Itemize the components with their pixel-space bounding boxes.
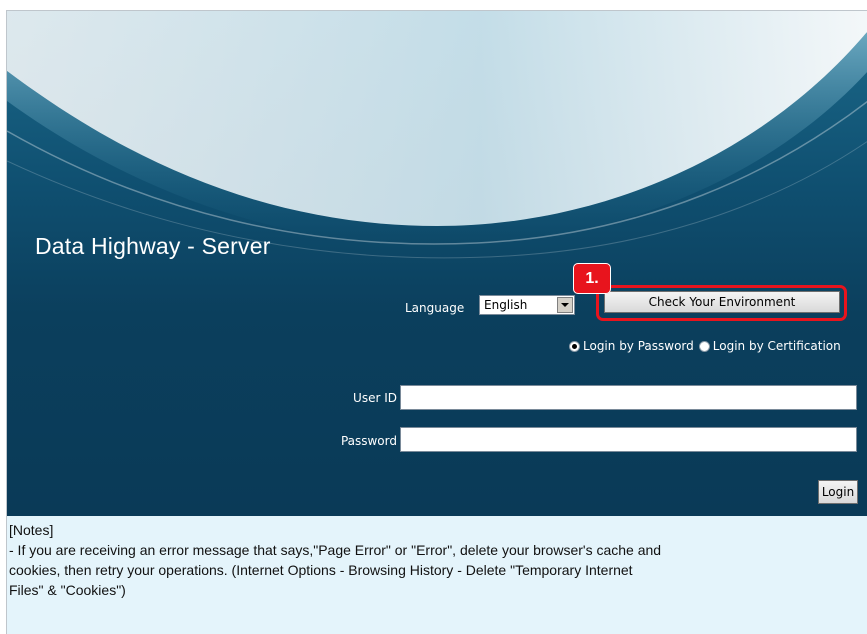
login-page: Data Highway - Server Language English C…	[6, 10, 867, 634]
login-password-radio[interactable]	[569, 340, 580, 352]
login-button[interactable]: Login	[818, 480, 858, 504]
notes-panel: [Notes] - If you are receiving an error …	[7, 516, 867, 634]
login-certification-radio[interactable]	[698, 340, 710, 352]
wave-graphic	[7, 11, 867, 259]
login-certification-label[interactable]: Login by Certification	[713, 339, 841, 353]
notes-line-2: cookies, then retry your operations. (In…	[9, 562, 633, 578]
step-badge: 1.	[573, 263, 611, 294]
login-mode-group: Login by Password Login by Certification	[569, 339, 841, 353]
chevron-down-icon[interactable]	[557, 297, 573, 313]
language-selected-value: English	[484, 298, 528, 312]
user-id-label: User ID	[353, 391, 397, 405]
password-label: Password	[340, 434, 397, 448]
password-input[interactable]	[400, 427, 857, 452]
app-title: Data Highway - Server	[35, 233, 271, 259]
notes-line-3: Files" & "Cookies")	[9, 582, 126, 598]
notes-line-1: - If you are receiving an error message …	[9, 542, 662, 558]
login-password-label[interactable]: Login by Password	[583, 339, 694, 353]
language-select[interactable]: English	[479, 295, 575, 315]
language-label: Language	[405, 301, 465, 315]
user-id-input[interactable]	[400, 385, 857, 410]
notes-heading: [Notes]	[9, 522, 54, 538]
hero-banner: Data Highway - Server Language English C…	[7, 11, 867, 516]
check-environment-button[interactable]: Check Your Environment	[604, 291, 840, 313]
